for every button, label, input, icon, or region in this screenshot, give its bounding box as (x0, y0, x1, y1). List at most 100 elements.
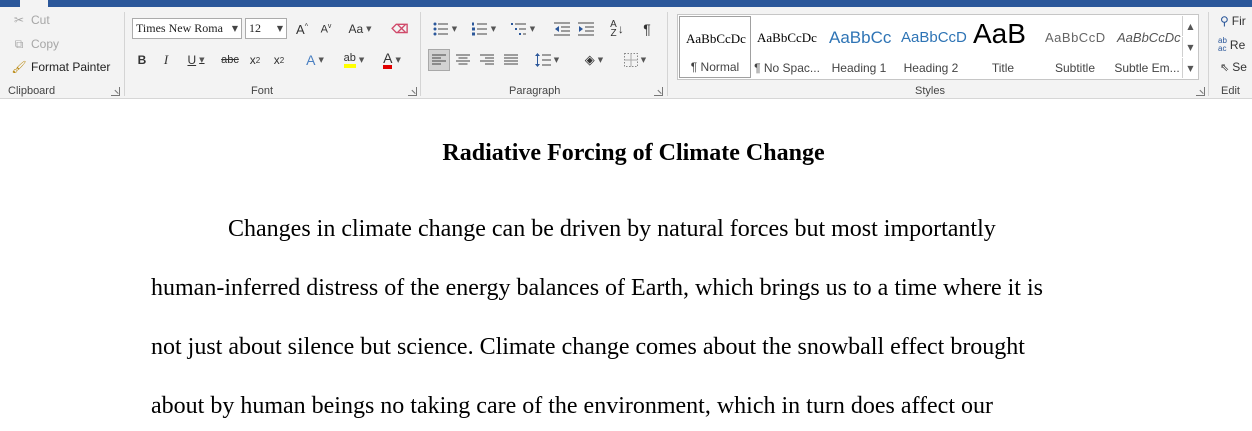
style-sample: AaBbCcD (901, 29, 967, 46)
paintbrush-icon: 🖌 (11, 60, 27, 74)
paragraph-dialog-launcher[interactable] (654, 87, 663, 96)
replace-button[interactable]: ab ac Re (1218, 34, 1252, 56)
highlight-color-button[interactable]: ab ▼ (336, 49, 372, 71)
pilcrow-icon: ¶ (643, 21, 651, 37)
style-normal[interactable]: AaBbCcDc ¶ Normal (679, 16, 751, 78)
shrink-font-icon: Av (320, 22, 332, 36)
scissors-icon: ✂ (13, 13, 25, 27)
gallery-more-button[interactable]: ▼ (1182, 58, 1198, 78)
align-left-icon (432, 54, 446, 65)
paragraph-group: ▼ ▼ ▼ A Z ↓ ¶ ▼ ◈ ▼ ▼ Paragraph (421, 7, 667, 99)
text-effects-button[interactable]: A ▼ (299, 49, 331, 71)
font-family-value: Times New Roma (136, 21, 223, 35)
replace-icon: ab ac (1218, 36, 1227, 53)
bullets-button[interactable]: ▼ (428, 18, 462, 40)
ribbon: ✂ Cut ⧉ Copy 🖌 Format Painter Clipboard … (0, 7, 1252, 99)
cut-button[interactable]: ✂ Cut (12, 13, 50, 27)
shading-button[interactable]: ◈ ▼ (576, 49, 612, 71)
justify-button[interactable] (500, 49, 522, 71)
font-family-select[interactable]: Times New Roma ▼ (132, 18, 242, 39)
clipboard-group-label: Clipboard (8, 85, 56, 97)
document-page[interactable]: Radiative Forcing of Climate Change Chan… (0, 100, 1252, 431)
italic-button[interactable]: I (156, 49, 176, 71)
style-no-spacing[interactable]: AaBbCcDc ¶ No Spac... (751, 16, 823, 78)
chevron-down-icon: ▼ (553, 56, 560, 64)
text-effects-label: A (306, 52, 316, 68)
multilevel-list-button[interactable]: ▼ (506, 18, 540, 40)
expand-gallery-icon: ▼ (1187, 63, 1194, 73)
style-name: Subtitle (1054, 61, 1096, 75)
style-name: ¶ No Spac... (754, 61, 820, 75)
show-formatting-marks-button[interactable]: ¶ (637, 18, 657, 40)
editing-group-label: Edit (1221, 85, 1240, 97)
style-name: ¶ Normal (690, 60, 740, 74)
style-title[interactable]: AaB Title (967, 16, 1039, 78)
style-subtitle[interactable]: AaBbCcD Subtitle (1039, 16, 1111, 78)
styles-gallery: AaBbCcDc ¶ Normal AaBbCcDc ¶ No Spac... … (677, 14, 1199, 80)
style-name: Heading 2 (903, 61, 959, 75)
font-size-value: 12 (249, 21, 261, 35)
select-label: Se (1232, 60, 1247, 74)
font-color-button[interactable]: A ▼ (375, 49, 409, 71)
chevron-down-icon: ▼ (490, 25, 497, 33)
subscript-mark: 2 (255, 55, 261, 65)
font-group: Times New Roma ▼ 12 ▼ A^ Av Aa ▼ ⌫ B I U ▼… (125, 7, 420, 99)
grow-font-button[interactable]: A^ (292, 18, 312, 40)
style-name: Title (991, 61, 1015, 75)
align-right-button[interactable] (476, 49, 498, 71)
format-painter-button[interactable]: 🖌 Format Painter (11, 60, 110, 74)
superscript-button[interactable]: x2 (269, 49, 289, 71)
style-subtle-emphasis[interactable]: AaBbCcDc Subtle Em... (1111, 16, 1183, 78)
bullet-list-icon (433, 22, 448, 36)
line-spacing-button[interactable]: ▼ (530, 49, 564, 71)
bold-button[interactable]: B (132, 49, 152, 71)
find-button[interactable]: ⚲ Fir (1220, 10, 1252, 32)
cursor-icon: ⇖ (1220, 61, 1230, 74)
copy-icon: ⧉ (14, 36, 24, 51)
active-tab-indicator[interactable] (20, 0, 48, 7)
chevron-down-icon: ▼ (366, 25, 372, 33)
document-line: Changes in climate change can be driven … (228, 216, 996, 242)
align-left-button[interactable] (428, 49, 450, 71)
numbering-button[interactable]: ▼ (467, 18, 501, 40)
gallery-scroll-up[interactable]: ▲ (1182, 16, 1198, 36)
sort-arrow-icon: ↓ (617, 22, 624, 36)
shrink-font-button[interactable]: Av (316, 18, 336, 40)
borders-button[interactable]: ▼ (617, 49, 653, 71)
styles-dialog-launcher[interactable] (1196, 87, 1205, 96)
clipboard-group: ✂ Cut ⧉ Copy 🖌 Format Painter Clipboard (0, 7, 124, 99)
underline-button[interactable]: U ▼ (180, 49, 212, 71)
paragraph-group-label: Paragraph (509, 85, 561, 97)
document-title: Radiative Forcing of Climate Change (442, 140, 825, 166)
select-button[interactable]: ⇖ Se (1220, 56, 1252, 78)
font-dialog-launcher[interactable] (408, 87, 417, 96)
borders-icon (623, 53, 638, 67)
subscript-button[interactable]: x2 (245, 49, 265, 71)
style-heading-1[interactable]: AaBbCc Heading 1 (823, 16, 895, 78)
clear-formatting-button[interactable]: ⌫ (389, 18, 411, 40)
highlighter-icon: ab (343, 52, 356, 68)
style-sample: AaBbCc (829, 28, 892, 47)
eraser-icon: ⌫ (391, 22, 409, 36)
styles-group-label: Styles (915, 85, 945, 97)
clipboard-dialog-launcher[interactable] (111, 87, 120, 96)
title-bar (0, 0, 1252, 7)
chevron-down-icon: ▼ (395, 56, 401, 64)
numbered-list-icon (471, 22, 487, 36)
style-sample: AaB (973, 18, 1026, 49)
font-group-label: Font (251, 85, 274, 97)
font-size-select[interactable]: 12 ▼ (245, 18, 287, 39)
gallery-scroll-down[interactable]: ▼ (1182, 37, 1198, 57)
copy-button[interactable]: ⧉ Copy (12, 36, 59, 52)
strikethrough-button[interactable]: abc (218, 49, 242, 71)
align-center-icon (456, 54, 470, 65)
change-case-button[interactable]: Aa ▼ (343, 18, 377, 40)
chevron-down-icon: ▼ (199, 56, 205, 64)
increase-indent-button[interactable] (575, 18, 597, 40)
change-case-label: Aa (348, 22, 364, 36)
style-heading-2[interactable]: AaBbCcD Heading 2 (895, 16, 967, 78)
sort-button[interactable]: A Z ↓ (606, 18, 628, 40)
align-center-button[interactable] (452, 49, 474, 71)
decrease-indent-button[interactable] (551, 18, 573, 40)
font-color-label: A (383, 51, 393, 69)
